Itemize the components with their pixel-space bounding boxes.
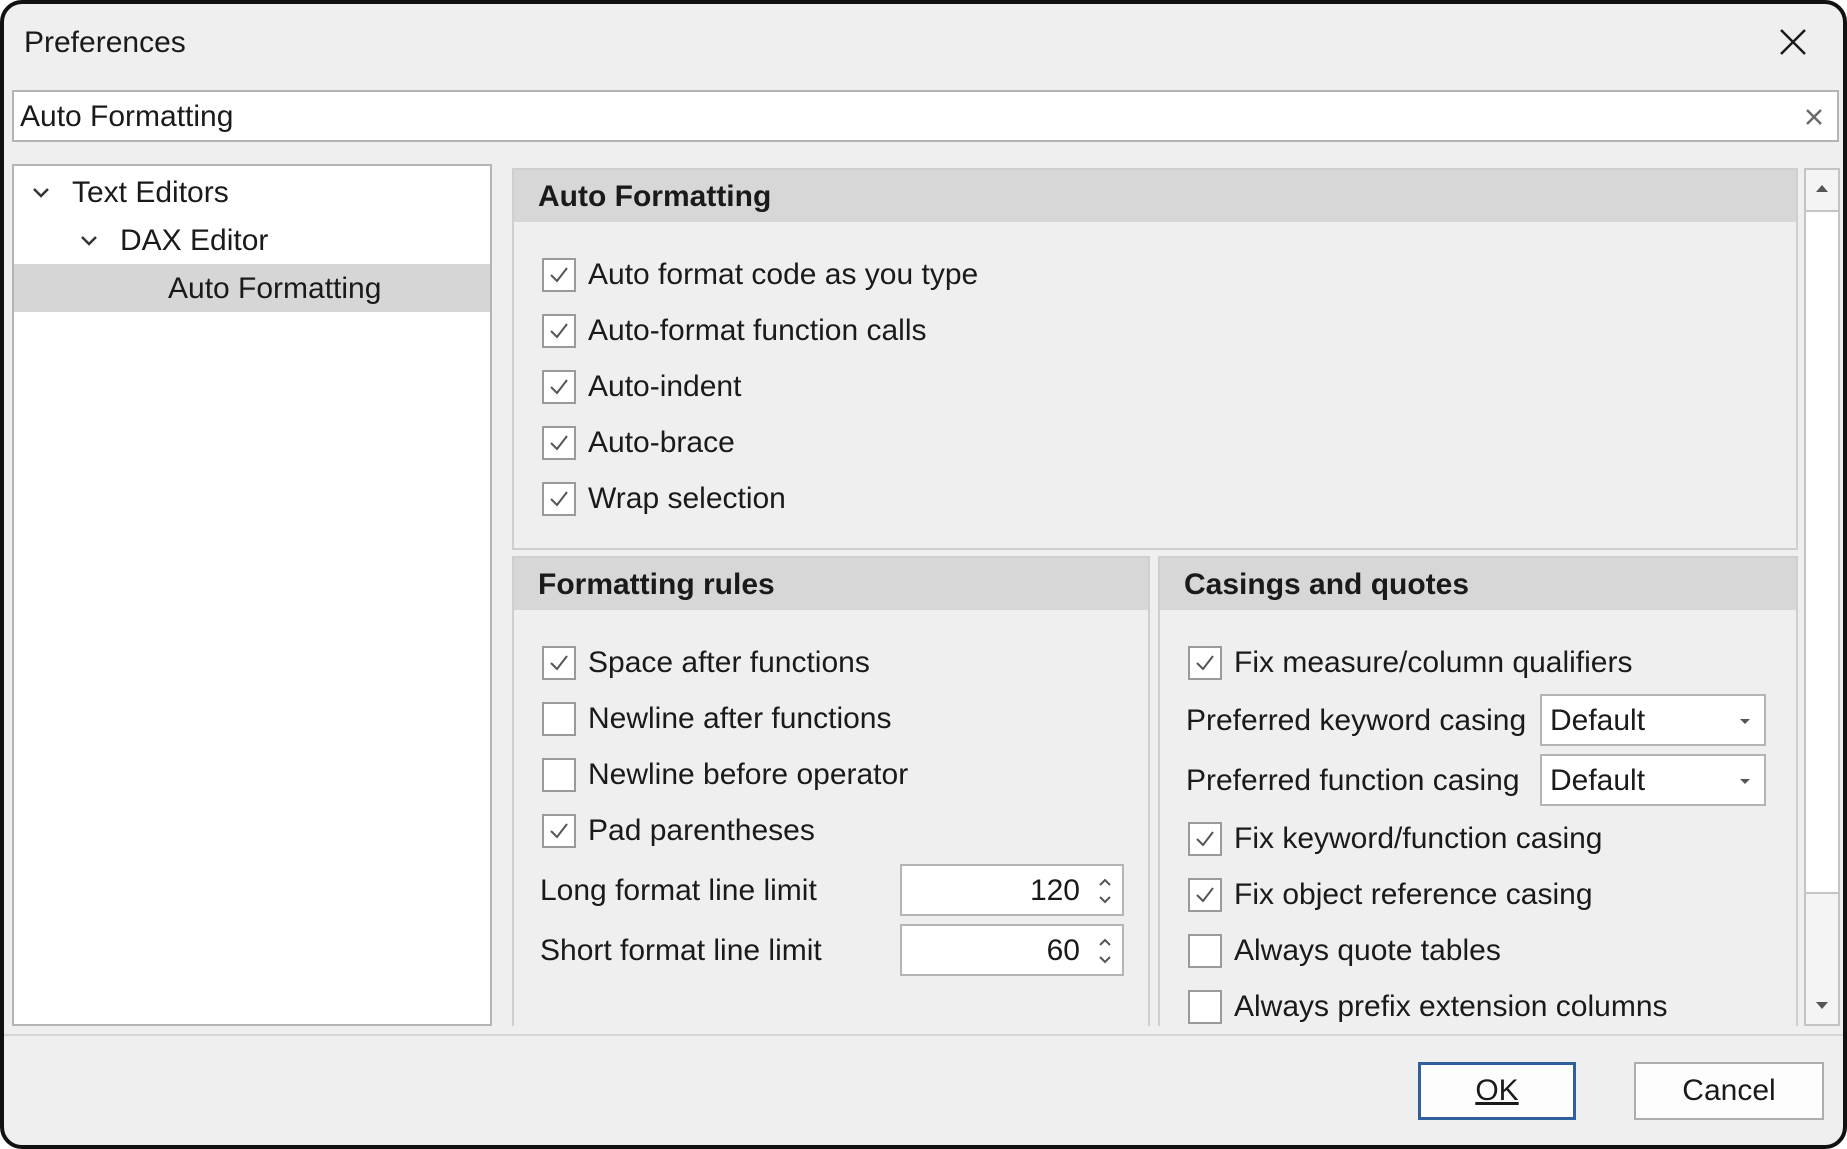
group-header: Casings and quotes [1160,558,1796,610]
checkbox[interactable] [1188,934,1222,968]
close-button[interactable] [1771,20,1815,64]
checkbox-label: Space after functions [588,646,870,679]
checkbox[interactable] [542,426,576,460]
long-format-line-limit-stepper[interactable]: 120 [900,864,1124,916]
casings-and-quotes-group: Casings and quotes Fix measure/column qu… [1158,556,1798,1026]
title-bar: Preferences [4,4,1843,84]
close-icon [1780,29,1806,55]
checkbox-label: Wrap selection [588,482,786,515]
vertical-scrollbar[interactable] [1804,168,1840,1026]
cancel-button[interactable]: Cancel [1634,1062,1824,1120]
function-casing-select[interactable]: Default [1540,754,1766,806]
checkbox-label: Pad parentheses [588,814,815,847]
short-format-line-limit-label: Short format line limit [540,934,822,967]
scroll-up-button[interactable] [1806,170,1838,206]
checkmark-icon [550,655,568,671]
dropdown-arrow-icon [1740,719,1750,724]
checkbox-label: Auto-brace [588,426,735,459]
formatting-rules-group: Formatting rules Space after functions N… [512,556,1150,1026]
checkbox[interactable] [542,646,576,680]
ok-button[interactable]: OK [1418,1062,1576,1120]
scroll-thumb[interactable] [1806,210,1838,894]
cancel-button-label: Cancel [1682,1074,1776,1107]
group-header: Formatting rules [514,558,1148,610]
auto-formatting-group: Auto Formatting Auto format code as you … [512,168,1798,550]
checkbox[interactable] [542,370,576,404]
group-title: Formatting rules [538,568,775,601]
search-input[interactable] [20,98,1780,136]
checkmark-icon [550,435,568,451]
checkmark-icon [1196,831,1214,847]
spin-arrows-icon[interactable] [1094,932,1116,970]
checkmark-icon [550,323,568,339]
settings-content: Auto Formatting Auto format code as you … [512,168,1800,1026]
checkmark-icon [1196,655,1214,671]
checkmark-icon [550,267,568,283]
checkbox[interactable] [542,814,576,848]
settings-tree: Text Editors DAX Editor Auto Formatting [12,164,492,1026]
checkbox-label: Auto format code as you type [588,258,979,291]
tree-item-label: Text Editors [72,176,229,209]
chevron-down-icon[interactable] [30,182,52,204]
ok-button-label: OK [1475,1074,1519,1107]
checkbox-label: Always prefix extension columns [1234,990,1668,1023]
tree-item-text-editors[interactable]: Text Editors [14,168,490,216]
scroll-down-button[interactable] [1806,988,1838,1024]
checkbox[interactable] [542,258,576,292]
triangle-down-icon [1816,1002,1828,1009]
checkbox-label: Fix object reference casing [1234,878,1593,911]
tree-item-dax-editor[interactable]: DAX Editor [14,216,490,264]
keyword-casing-label: Preferred keyword casing [1186,704,1527,737]
chevron-down-icon[interactable] [78,230,100,252]
checkbox-label: Newline before operator [588,758,909,791]
group-title: Casings and quotes [1184,568,1470,601]
checkmark-icon [550,823,568,839]
checkbox[interactable] [1188,878,1222,912]
tree-item-auto-formatting[interactable]: Auto Formatting [14,264,490,312]
window-title: Preferences [24,26,186,59]
long-format-line-limit-label: Long format line limit [540,874,817,907]
triangle-up-icon [1816,185,1828,192]
group-header: Auto Formatting [514,170,1796,222]
checkbox-label: Always quote tables [1234,934,1501,967]
checkbox[interactable] [1188,822,1222,856]
checkbox-label: Fix keyword/function casing [1234,822,1603,855]
checkbox[interactable] [1188,646,1222,680]
checkbox[interactable] [542,702,576,736]
checkbox-label: Auto-indent [588,370,742,403]
stepper-value: 60 [1046,934,1080,967]
stepper-value: 120 [1029,874,1080,907]
checkbox[interactable] [542,758,576,792]
tree-item-label: Auto Formatting [168,272,382,305]
spin-arrows-icon[interactable] [1094,872,1116,910]
checkbox[interactable] [542,314,576,348]
short-format-line-limit-stepper[interactable]: 60 [900,924,1124,976]
keyword-casing-select[interactable]: Default [1540,694,1766,746]
checkmark-icon [1196,887,1214,903]
checkmark-icon [550,379,568,395]
footer-divider [4,1034,1843,1036]
select-value: Default [1550,704,1646,737]
checkbox-label: Auto-format function calls [588,314,927,347]
select-value: Default [1550,764,1646,797]
checkmark-icon [550,491,568,507]
dropdown-arrow-icon [1740,779,1750,784]
group-title: Auto Formatting [538,180,772,213]
checkbox-label: Newline after functions [588,702,892,735]
checkbox[interactable] [542,482,576,516]
clear-icon [1806,109,1822,125]
checkbox-label: Fix measure/column qualifiers [1234,646,1633,679]
checkbox[interactable] [1188,990,1222,1024]
search-box [12,90,1839,142]
tree-item-label: DAX Editor [120,224,269,257]
function-casing-label: Preferred function casing [1186,764,1520,797]
search-clear-button[interactable] [1801,104,1827,130]
preferences-dialog: Preferences Text Editors [0,0,1847,1149]
